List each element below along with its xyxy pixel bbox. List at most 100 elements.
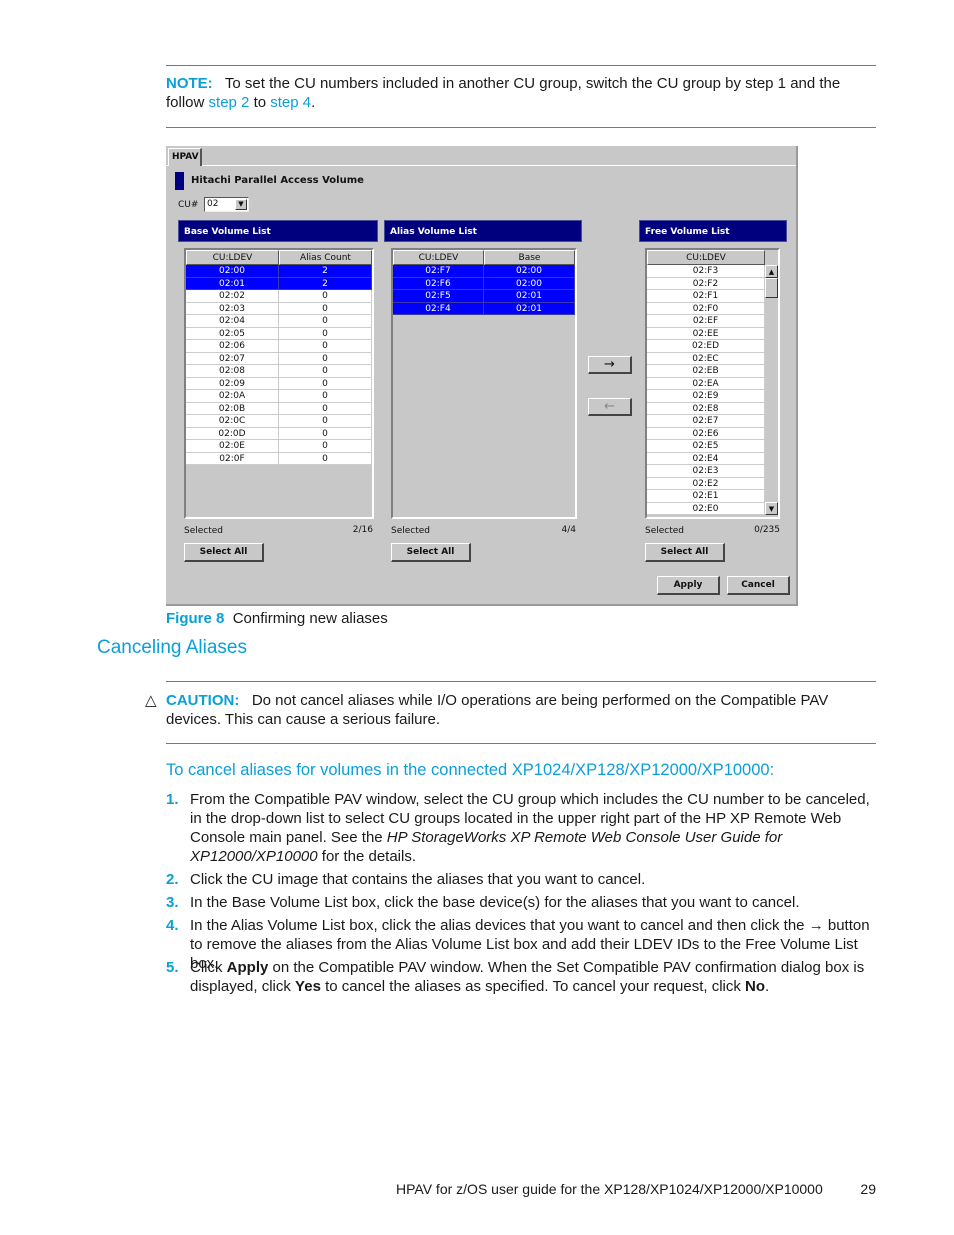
hpav-window-screenshot: HPAV Hitachi Parallel Access Volume CU# … [166,146,798,606]
step-text: Click the CU image that contains the ali… [190,871,646,888]
list-cell: 02:01 [484,290,575,303]
chevron-down-icon[interactable]: ▼ [235,199,247,210]
base-volume-list-header: Base Volume List [178,220,378,242]
list-cell: 2 [279,265,372,278]
cu-select[interactable]: 02 ▼ [204,197,249,212]
list-cell: 02:03 [186,302,279,315]
list-cell: 02:EC [647,352,765,365]
step-2-link[interactable]: step 2 [209,94,250,111]
scroll-down-icon[interactable]: ▼ [765,502,778,515]
arrow-right-icon: → [604,357,615,372]
base-select-all-button[interactable]: Select All [184,543,264,562]
caution-icon: △ [145,692,157,709]
tab-strip: HPAV [166,146,796,166]
free-volume-list[interactable]: CU:LDEV 02:F3 02:F2 02:F1 02:F0 02:EF 02:EE 02… [645,248,780,519]
list-cell: 02:00 [484,265,575,278]
list-cell: 02:00 [484,277,575,290]
free-selected-count: 0/235 [754,525,780,535]
caution: CAUTION: Do not cancel aliases while I/O… [166,691,866,729]
cancel-button[interactable]: Cancel [727,576,790,595]
list-cell: 2 [279,277,372,290]
list-cell: 02:06 [186,340,279,353]
caution-text: Do not cancel aliases while I/O operatio… [166,692,829,728]
free-list-scrollbar[interactable]: ▲ ▼ [765,265,778,517]
list-cell: 0 [279,290,372,303]
free-selected-label: Selected [645,526,685,536]
list-cell: 02:01 [186,277,279,290]
list-cell: 02:F4 [393,302,484,315]
list-cell: 02:E2 [647,477,765,490]
list-cell: 0 [279,327,372,340]
move-left-button[interactable]: ← [588,398,632,416]
list-cell: 0 [279,377,372,390]
step-text: In the Base Volume List box, click the b… [190,894,800,911]
list-cell: 02:0D [186,427,279,440]
list-cell: 02:02 [186,290,279,303]
tab-hpav[interactable]: HPAV [168,148,202,166]
alias-volume-list[interactable]: CU:LDEV Base 02:F7 02:00 02:F6 02:00 02:F5 02… [391,248,577,519]
list-cell: 02:0E [186,440,279,453]
window-title: Hitachi Parallel Access Volume [191,175,364,186]
list-cell: 0 [279,452,372,465]
alias-select-all-button[interactable]: Select All [391,543,471,562]
list-cell: 02:EB [647,365,765,378]
column-header-culdev[interactable]: CU:LDEV [186,250,279,265]
column-header-culdev[interactable]: CU:LDEV [647,250,765,265]
list-cell: 02:F1 [647,290,765,303]
list-cell: 0 [279,352,372,365]
alias-selected-count: 4/4 [561,525,576,535]
list-cell: 02:E3 [647,465,765,478]
scroll-up-icon[interactable]: ▲ [765,265,778,278]
list-cell: 0 [279,365,372,378]
note-label: NOTE: [166,75,213,92]
list-cell: 02:EE [647,327,765,340]
column-header-base[interactable]: Base [484,250,575,265]
step-number: 5. [166,959,179,976]
list-cell: 02:ED [647,340,765,353]
list-cell: 02:0A [186,390,279,403]
list-cell: 02:E5 [647,440,765,453]
section-title: Canceling Aliases [97,637,247,658]
list-cell: 02:E1 [647,490,765,503]
step-4-link[interactable]: step 4 [270,94,311,111]
list-cell: 02:F7 [393,265,484,278]
scrollbar-thumb[interactable] [765,278,778,298]
list-cell: 0 [279,440,372,453]
column-header-culdev[interactable]: CU:LDEV [393,250,484,265]
procedure-step: 3. In the Base Volume List box, click the… [166,893,878,912]
figure-number: Figure 8 [166,610,225,627]
cu-select-value: 02 [207,199,219,209]
list-cell: 02:09 [186,377,279,390]
list-cell: 02:E0 [647,502,765,515]
step-number: 3. [166,894,179,911]
apply-button[interactable]: Apply [657,576,720,595]
list-cell: 02:E8 [647,402,765,415]
cu-label: CU# [178,200,199,210]
list-cell: 0 [279,415,372,428]
list-cell: 02:04 [186,315,279,328]
list-cell: 02:E9 [647,390,765,403]
note-text-end: . [311,94,316,111]
list-cell: 02:0F [186,452,279,465]
move-right-button[interactable]: → [588,356,632,374]
column-header-alias-count[interactable]: Alias Count [279,250,372,265]
list-cell: 0 [279,390,372,403]
base-selected-label: Selected [184,526,224,536]
list-cell: 02:F3 [647,265,765,278]
arrow-left-icon: ← [604,399,615,414]
base-volume-list[interactable]: CU:LDEV Alias Count 02:00 2 02:01 2 02:02 0 02… [184,248,374,519]
list-cell: 02:07 [186,352,279,365]
list-cell: 0 [279,402,372,415]
list-cell: 0 [279,340,372,353]
list-cell: 02:01 [484,302,575,315]
caution-top-rule [166,681,876,682]
procedure-step: 1. From the Compatible PAV window, select… [166,790,878,866]
step-number: 1. [166,791,179,808]
list-cell: 02:E6 [647,427,765,440]
list-cell: 02:00 [186,265,279,278]
caution-label: CAUTION: [166,692,240,709]
free-select-all-button[interactable]: Select All [645,543,725,562]
procedure-title: To cancel aliases for volumes in the con… [166,761,775,779]
caution-bottom-rule [166,743,876,744]
procedure-step: 5. Click Apply on the Compatible PAV wind… [166,958,878,996]
